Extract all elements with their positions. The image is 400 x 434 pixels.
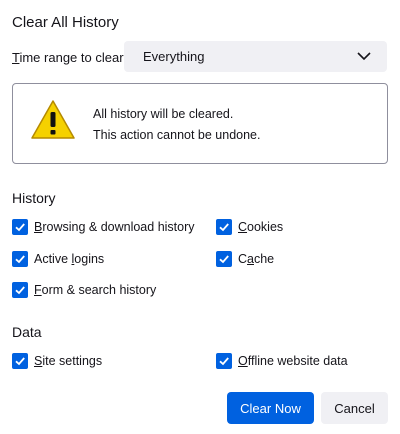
checkbox-label: Site settings: [34, 354, 103, 368]
checkbox-checked-icon: [12, 353, 28, 369]
checkbox-offline-website-data[interactable]: Offline website data: [216, 353, 348, 369]
checkbox-label: Form & search history: [34, 283, 157, 297]
time-range-value: Everything: [143, 49, 205, 64]
checkbox-browsing-history[interactable]: Browsing & download history: [12, 219, 195, 235]
checkbox-label: Cookies: [238, 220, 284, 234]
checkbox-checked-icon: [216, 353, 232, 369]
time-range-label-text: ime range to clear:: [19, 50, 128, 65]
checkbox-site-settings[interactable]: Site settings: [12, 353, 102, 369]
data-heading: Data: [12, 324, 42, 340]
checkbox-cache[interactable]: Cache: [216, 251, 274, 267]
checkbox-form-search-history[interactable]: Form & search history: [12, 282, 156, 298]
checkbox-label: Offline website data: [238, 354, 348, 368]
clear-now-button[interactable]: Clear Now: [227, 392, 314, 424]
chevron-down-icon: [357, 52, 371, 61]
checkbox-checked-icon: [12, 282, 28, 298]
time-range-select[interactable]: Everything: [124, 41, 387, 72]
warning-line-2: This action cannot be undone.: [93, 128, 261, 142]
checkbox-label: Active logins: [34, 252, 105, 266]
checkbox-active-logins[interactable]: Active logins: [12, 251, 104, 267]
dialog-title: Clear All History: [12, 14, 119, 31]
checkbox-label: Cache: [238, 252, 275, 266]
warning-box: All history will be cleared. This action…: [12, 83, 388, 164]
checkbox-checked-icon: [12, 251, 28, 267]
history-heading: History: [12, 190, 56, 206]
cancel-button[interactable]: Cancel: [321, 392, 388, 424]
checkbox-cookies[interactable]: Cookies: [216, 219, 283, 235]
warning-line-1: All history will be cleared.: [93, 107, 234, 121]
checkbox-label: Browsing & download history: [34, 220, 195, 234]
checkbox-checked-icon: [12, 219, 28, 235]
checkbox-checked-icon: [216, 251, 232, 267]
warning-icon: [31, 100, 75, 139]
checkbox-checked-icon: [216, 219, 232, 235]
time-range-label: Time range to clear:: [12, 50, 127, 65]
